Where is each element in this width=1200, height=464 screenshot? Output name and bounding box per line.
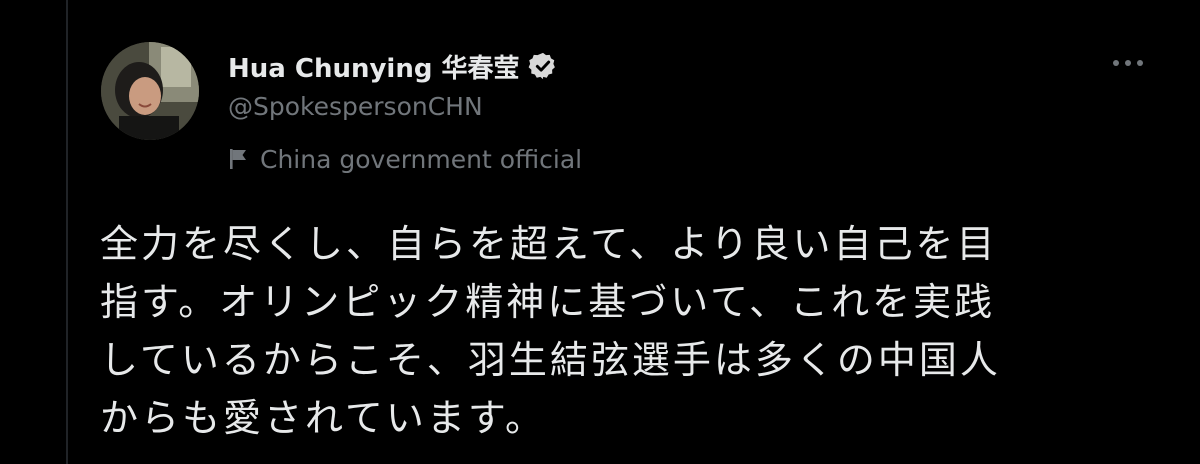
tweet-card: Hua Chunying 华春莹 @SpokespersonCHN China … [0,0,1200,464]
tweet-text-line: 全力を尽くし、自らを超えて、より良い自己を目 [100,222,998,266]
more-options-button[interactable] [1108,48,1148,78]
verified-badge-icon [528,51,558,81]
more-horizontal-icon [1113,60,1143,66]
tweet-text-line: からも愛されています。 [100,396,547,440]
timeline-border [66,0,68,464]
government-label: China government official [260,144,583,174]
flag-icon [228,146,250,172]
user-handle[interactable]: @SpokespersonCHN [228,92,582,126]
tweet-text-line: しているからこそ、羽生結弦選手は多くの中国人 [100,338,1001,382]
display-name[interactable]: Hua Chunying 华春莹 [228,48,520,85]
avatar[interactable] [101,42,199,140]
tweet-header: Hua Chunying 华春莹 @SpokespersonCHN China … [228,46,582,176]
tweet-text-line: 指す。オリンピック精神に基づいて、これを実践 [100,280,996,324]
affiliation-label: China government official [228,142,582,176]
avatar-photo [101,42,199,140]
tweet-text: 全力を尽くし、自らを超えて、より良い自己を目 指す。オリンピック精神に基づいて、… [100,215,1160,447]
name-row: Hua Chunying 华春莹 [228,46,582,86]
